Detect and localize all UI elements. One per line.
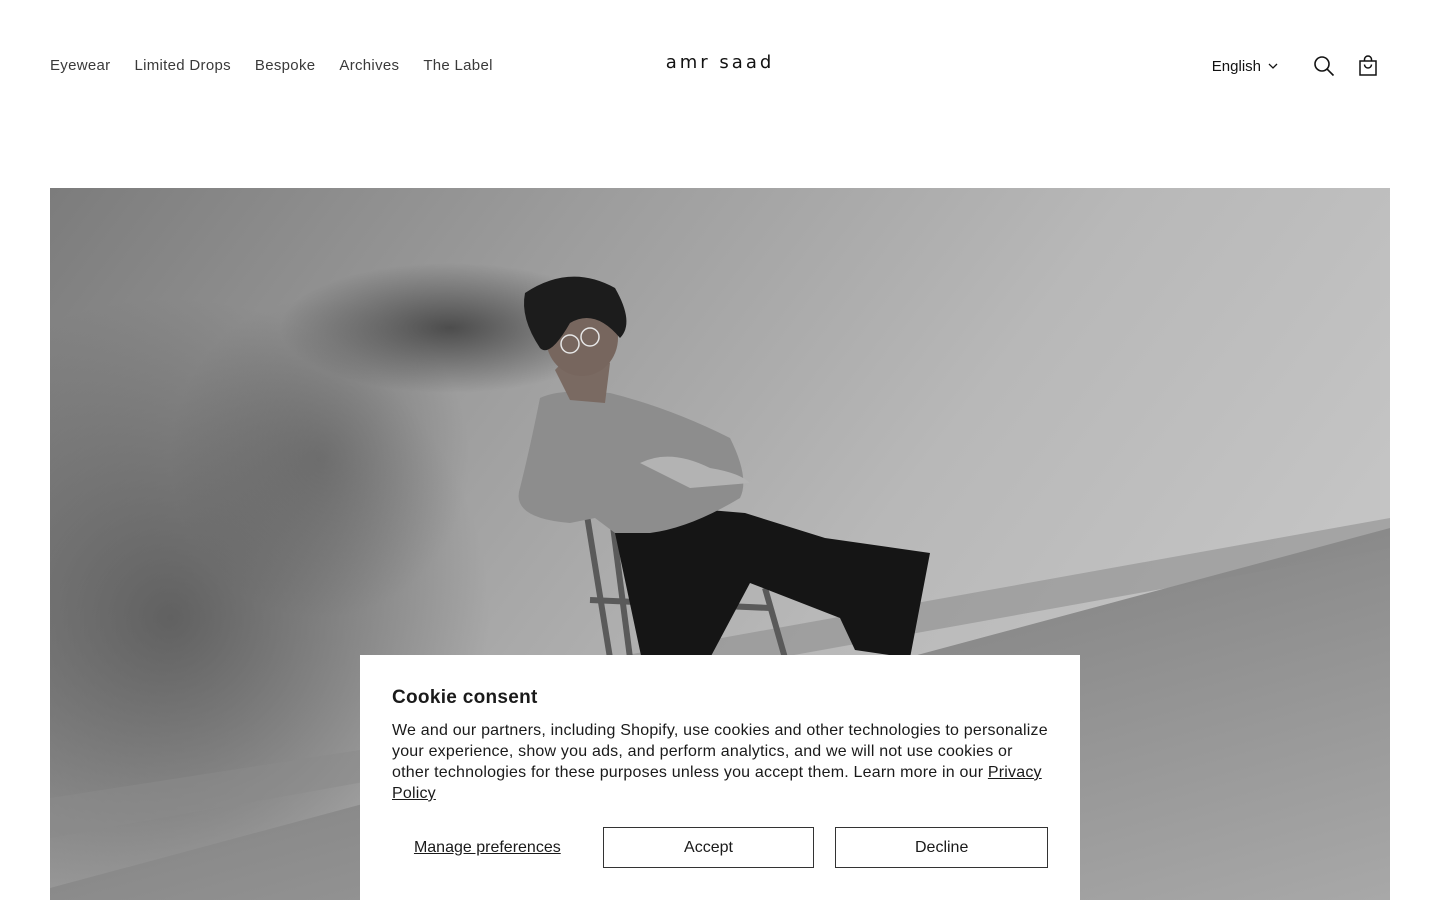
cookie-consent-dialog: Cookie consent We and our partners, incl… <box>360 655 1080 900</box>
header-tools: English <box>1212 50 1384 82</box>
search-icon <box>1314 56 1335 77</box>
cookie-actions: Manage preferences Accept Decline <box>392 827 1048 868</box>
decline-button[interactable]: Decline <box>835 827 1048 868</box>
cookie-body-text: We and our partners, including Shopify, … <box>392 722 1048 781</box>
cart-icon <box>1359 55 1377 76</box>
language-label: English <box>1211 57 1261 75</box>
cookie-body: We and our partners, including Shopify, … <box>392 720 1048 804</box>
chevron-down-icon <box>1268 63 1278 69</box>
accept-button[interactable]: Accept <box>602 827 815 868</box>
cookie-title: Cookie consent <box>392 687 538 708</box>
cart-button[interactable] <box>1352 50 1384 82</box>
search-button[interactable] <box>1308 50 1340 82</box>
site-header: Eyewear Limited Drops Bespoke Archives T… <box>0 0 1440 132</box>
language-selector[interactable]: English <box>1212 58 1278 75</box>
manage-preferences-button[interactable]: Manage preferences <box>392 839 583 857</box>
